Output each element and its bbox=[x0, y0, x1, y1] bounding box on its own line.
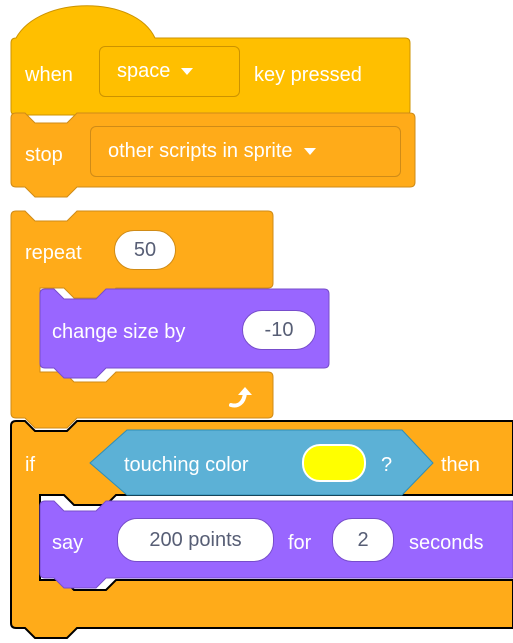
dropdown-caret-icon bbox=[303, 148, 316, 155]
dropdown-caret-icon bbox=[181, 68, 194, 75]
say-label: say bbox=[52, 532, 84, 554]
when-label: when bbox=[25, 64, 73, 86]
for-label: for bbox=[288, 532, 312, 554]
question-label: ? bbox=[381, 454, 393, 476]
color-swatch[interactable] bbox=[302, 444, 366, 482]
touching-color-label: touching color bbox=[124, 454, 249, 476]
repeat-label: repeat bbox=[25, 242, 82, 264]
key-pressed-label: key pressed bbox=[254, 64, 362, 86]
change-size-label: change size by bbox=[52, 321, 186, 343]
if-label: if bbox=[25, 454, 35, 476]
repeat-count-input[interactable]: 50 bbox=[114, 230, 176, 270]
say-message-input[interactable]: 200 points bbox=[117, 518, 274, 562]
loop-arrow-icon bbox=[229, 387, 252, 408]
key-dropdown-value: space bbox=[117, 60, 171, 82]
stop-option-value: other scripts in sprite bbox=[108, 140, 293, 162]
size-change-input[interactable]: -10 bbox=[242, 310, 316, 350]
say-duration-input[interactable]: 2 bbox=[332, 518, 394, 562]
stop-label: stop bbox=[25, 144, 63, 166]
seconds-label: seconds bbox=[409, 532, 484, 554]
key-dropdown[interactable]: space bbox=[99, 46, 240, 97]
then-label: then bbox=[441, 454, 480, 476]
stop-option-dropdown[interactable]: other scripts in sprite bbox=[90, 126, 401, 177]
